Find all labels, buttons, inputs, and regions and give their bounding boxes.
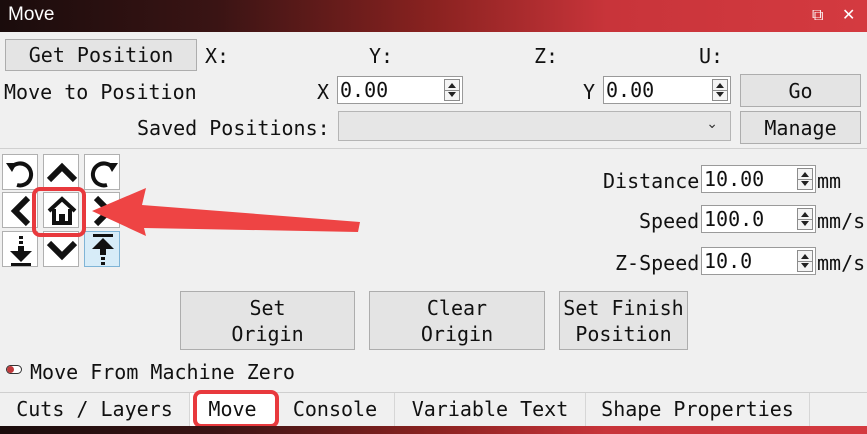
z-speed-unit: mm/s bbox=[817, 251, 866, 275]
z-speed-label: Z-Speed bbox=[615, 251, 700, 275]
set-finish-position-button[interactable]: Set Finish Position bbox=[559, 291, 688, 350]
distance-label: Distance bbox=[603, 169, 700, 193]
set-origin-button[interactable]: Set Origin bbox=[180, 291, 355, 350]
tab-console[interactable]: Console bbox=[276, 393, 395, 426]
speed-unit: mm/s bbox=[817, 209, 866, 233]
distance-value[interactable]: 10.00 bbox=[704, 166, 764, 192]
z-speed-field[interactable]: 10.0 bbox=[701, 247, 816, 275]
bottom-strip bbox=[0, 426, 867, 434]
tab-bar: Cuts / Layers Move Console Variable Text… bbox=[0, 392, 867, 426]
move-from-machine-zero-label[interactable]: Move From Machine Zero bbox=[30, 359, 295, 385]
speed-label: Speed bbox=[639, 209, 700, 233]
tab-cuts-layers[interactable]: Cuts / Layers bbox=[0, 393, 190, 426]
home-highlight bbox=[32, 187, 86, 237]
distance-spin-arrows[interactable] bbox=[797, 168, 813, 190]
toggle-knob bbox=[7, 366, 14, 373]
tab-variable-text[interactable]: Variable Text bbox=[395, 393, 586, 426]
move-from-machine-zero-toggle[interactable] bbox=[6, 365, 22, 374]
z-speed-value[interactable]: 10.0 bbox=[704, 248, 752, 274]
distance-field[interactable]: 10.00 bbox=[701, 165, 816, 193]
speed-value[interactable]: 100.0 bbox=[704, 206, 764, 232]
z-speed-spin-arrows[interactable] bbox=[797, 250, 813, 272]
tab-shape-properties[interactable]: Shape Properties bbox=[586, 393, 810, 426]
clear-origin-button[interactable]: Clear Origin bbox=[369, 291, 545, 350]
move-tab-highlight bbox=[193, 390, 279, 428]
speed-field[interactable]: 100.0 bbox=[701, 205, 816, 233]
distance-unit: mm bbox=[817, 169, 842, 193]
speed-spin-arrows[interactable] bbox=[797, 208, 813, 230]
